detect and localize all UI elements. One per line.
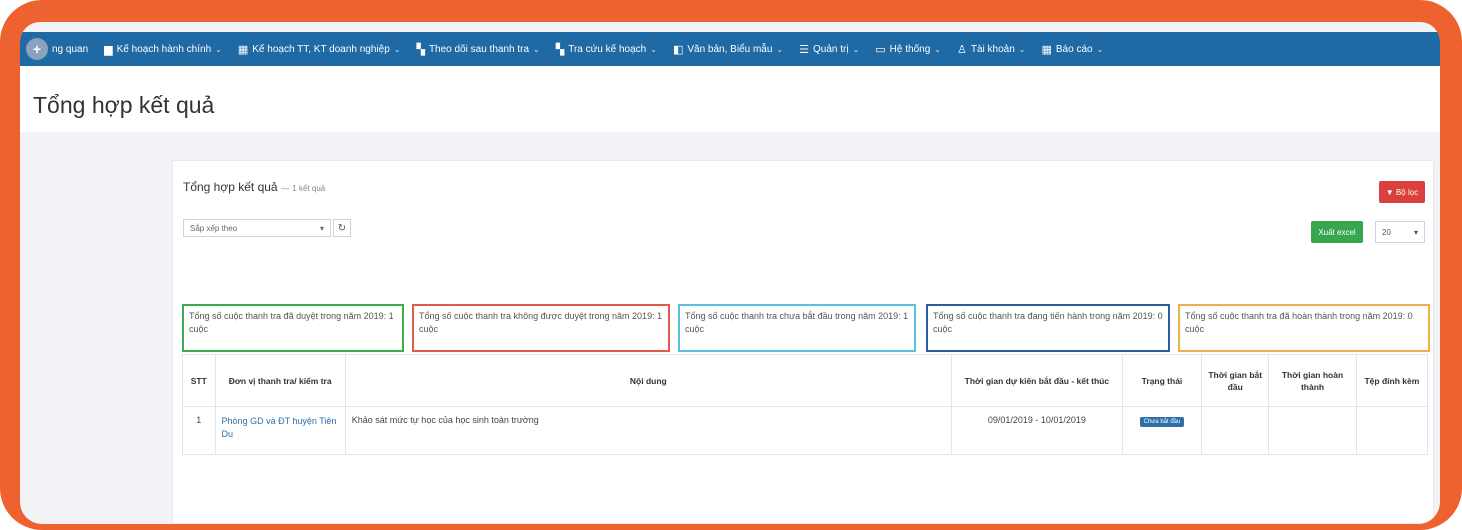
result-count: 1 kết quả [292,184,326,193]
stat-text: Tổng số cuộc thanh tra đã duyệt trong nă… [189,311,394,334]
sort-select[interactable]: Sắp xếp theo ▾ [183,219,331,237]
panel-title-separator: — [280,184,289,193]
stat-completed: Tổng số cuộc thanh tra đã hoàn thành tro… [1178,304,1430,352]
chevron-down-icon: ⌄ [1096,44,1104,54]
chevron-down-icon: ⌄ [533,44,540,54]
caret-down-icon: ▾ [319,223,324,233]
binoculars-icon: ▚ [416,43,425,56]
calendar-icon: ▦ [237,43,249,56]
caret-down-icon: ▾ [1413,227,1418,237]
chevron-down-icon: ⌄ [1018,44,1026,54]
col-content: Nội dung [344,354,952,407]
nav-item-label: Quản trị [812,43,849,55]
cell-finish-time [1268,406,1357,455]
cell-start-time [1201,406,1270,455]
chevron-down-icon: ⌄ [650,44,657,54]
user-icon: ♙ [956,43,967,56]
nav-item-label: Hệ thống [889,43,931,55]
nav-item-follow-up[interactable]: ▚ Theo dõi sau thanh tra ⌄ [408,32,547,66]
cell-attachment [1355,406,1429,455]
sliders-icon: ☰ [799,43,809,56]
chevron-down-icon: ⌄ [215,44,222,54]
filter-icon: ▼ [1385,187,1394,197]
nav-item-account[interactable]: ♙ Tài khoản ⌄ [949,32,1034,66]
col-unit: Đơn vị thanh tra/ kiểm tra [214,354,346,407]
nav-item-label: Kế hoạch hành chính [116,43,212,55]
refresh-button[interactable]: ↻ [333,219,351,237]
export-excel-button[interactable]: Xuất excel [1311,221,1363,243]
app-screen: + ng quan ▆ Kế hoạch hành chính ⌄ ▦ Kế h… [20,22,1440,524]
nav-item-reports[interactable]: ▦ Báo cáo ⌄ [1033,32,1111,66]
stat-text: Tổng số cuộc thanh tra đã hoàn thành tro… [1185,311,1413,334]
panel-title: Tổng hợp kết quả — 1 kết quả [183,180,325,194]
nav-item-label: Kế hoạch TT, KT doanh nghiệp [252,43,390,55]
col-start-time: Thời gian bắt đầu [1201,354,1270,407]
nav-item-label: Báo cáo [1055,43,1093,55]
col-status: Trạng thái [1121,354,1203,407]
page-size-select[interactable]: 20 ▾ [1375,221,1425,243]
cell-content: Khảo sát mức tự học của học sinh toàn tr… [344,406,952,455]
nav-item-label: Theo dõi sau thanh tra [428,43,530,55]
sort-select-value: Sắp xếp theo [190,223,238,233]
stat-not-started: Tổng số cuộc thanh tra chưa bắt đầu tron… [678,304,916,352]
table-row[interactable]: 1 Phòng GD và ĐT huyện Tiên Du Khảo sát … [182,406,1429,455]
stat-text: Tổng số cuộc thanh tra chưa bắt đầu tron… [685,311,909,334]
table-header-row: STT Đơn vị thanh tra/ kiểm tra Nội dung … [182,354,1429,407]
col-attachment: Tệp đính kèm [1355,354,1429,407]
nav-item-label: ng quan [52,43,89,55]
refresh-icon: ↻ [337,222,347,234]
nav-item-documents[interactable]: ◧ Văn bản, Biểu mẫu ⌄ [665,32,791,66]
page-title: Tổng hợp kết quả [33,92,215,118]
stat-approved: Tổng số cuộc thanh tra đã duyệt trong nă… [182,304,404,352]
page-header: Tổng hợp kết quả [20,66,1440,132]
stat-in-progress: Tổng số cuộc thanh tra đang tiến hành tr… [926,304,1170,352]
device-frame: + ng quan ▆ Kế hoạch hành chính ⌄ ▦ Kế h… [0,0,1462,530]
nav-item-admin-plan[interactable]: ▆ Kế hoạch hành chính ⌄ [96,32,230,66]
filter-button-label: Bộ lọc [1395,187,1419,197]
nav-item-overview[interactable]: + ng quan [20,32,96,66]
panel-title-text: Tổng hợp kết quả [183,180,278,194]
status-badge: Chưa bắt đầu [1139,417,1185,427]
monitor-icon: ▭ [875,43,886,56]
briefcase-icon: ▆ [104,43,113,56]
cell-stt: 1 [182,406,216,455]
nav-item-label: Tra cứu kế hoạch [568,43,647,55]
plus-circle-icon: + [26,38,48,60]
filter-button[interactable]: ▼ Bộ lọc [1379,181,1425,203]
chevron-down-icon: ⌄ [776,44,784,54]
nav-item-label: Tài khoản [970,43,1015,55]
cell-status: Chưa bắt đầu [1121,406,1203,455]
stat-text: Tổng số cuộc thanh tra không được duyệt … [419,311,663,334]
chevron-down-icon: ⌄ [393,44,401,54]
cell-planned-time: 09/01/2019 - 10/01/2019 [950,406,1123,455]
stat-text: Tổng số cuộc thanh tra đang tiến hành tr… [933,311,1163,334]
page-size-value: 20 [1382,227,1391,237]
nav-item-system[interactable]: ▭ Hệ thống ⌄ [867,32,949,66]
nav-item-label: Văn bản, Biểu mẫu [687,43,773,55]
col-planned-time: Thời gian dự kiến bắt đầu - kết thúc [950,354,1123,407]
book-icon: ◧ [672,43,684,56]
results-table: STT Đơn vị thanh tra/ kiểm tra Nội dung … [182,354,1429,455]
chevron-down-icon: ⌄ [852,44,860,54]
cell-unit: Phòng GD và ĐT huyện Tiên Du [214,406,346,455]
table-icon: ▦ [1041,43,1052,56]
export-excel-label: Xuất excel [1318,227,1356,237]
col-finish-time: Thời gian hoàn thành [1268,354,1357,407]
nav-item-plan-lookup[interactable]: ▚ Tra cứu kế hoạch ⌄ [548,32,665,66]
unit-link[interactable]: Phòng GD và ĐT huyện Tiên Du [222,416,337,439]
stat-rejected: Tổng số cuộc thanh tra không được duyệt … [412,304,670,352]
col-stt: STT [182,354,216,407]
top-navbar: + ng quan ▆ Kế hoạch hành chính ⌄ ▦ Kế h… [20,32,1440,66]
nav-item-business-plan[interactable]: ▦ Kế hoạch TT, KT doanh nghiệp ⌄ [230,32,409,66]
nav-item-admin[interactable]: ☰ Quản trị ⌄ [791,32,867,66]
binoculars-icon: ▚ [555,43,565,56]
chevron-down-icon: ⌄ [934,44,941,54]
